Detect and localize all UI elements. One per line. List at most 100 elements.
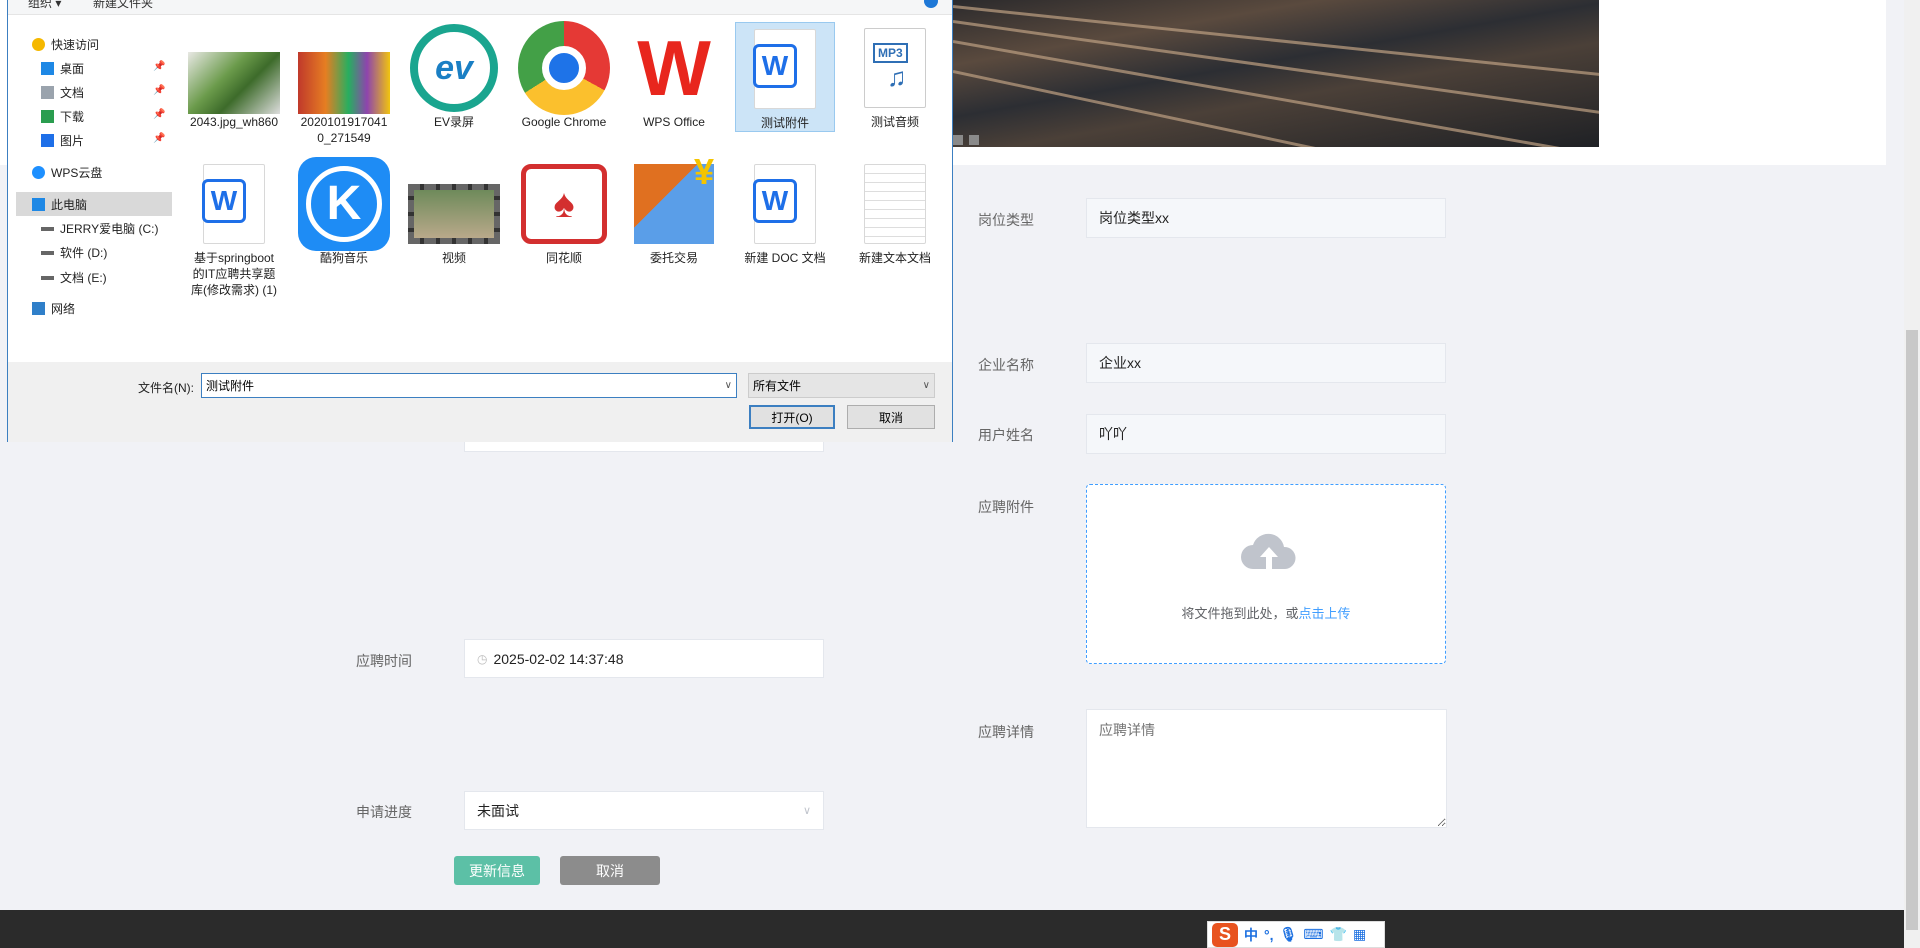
nav-item[interactable]: 下载 [41, 108, 84, 125]
scrollbar-thumb[interactable] [1906, 330, 1918, 930]
ev-recorder-icon: ev [408, 22, 500, 114]
file-type-select[interactable]: 所有文件 ∨ [748, 373, 935, 398]
file-name: 20201019170410_271549 [300, 115, 388, 145]
banner-image [953, 0, 1599, 147]
skin-icon[interactable]: 👕 [1330, 926, 1347, 943]
file-open-dialog: 组织 ▾ 新建文件夹 快速访问桌面 📌 文档 📌 下载 📌 图片 📌 WPS云盘此电脑 JERRY… [7, 0, 953, 442]
file-item[interactable]: 2043.jpg_wh860 [184, 22, 284, 130]
pin-icon[interactable]: 📌 [153, 85, 165, 96]
pin-icon[interactable]: 📌 [153, 109, 165, 120]
file-name: EV录屏 [433, 115, 474, 129]
microphone-icon[interactable]: 🎙 [1280, 926, 1298, 943]
nav-item[interactable]: 桌面 [41, 60, 84, 77]
file-item[interactable]: Google Chrome [514, 21, 614, 130]
nav-label: 此电脑 [51, 198, 88, 212]
job-type-label: 岗位类型 [978, 212, 1034, 228]
nav-item[interactable]: 软件 (D:) [41, 244, 107, 261]
computer-icon [32, 198, 45, 211]
nav-label: 文档 (E:) [60, 271, 107, 285]
nav-item[interactable]: 文档 (E:) [41, 269, 107, 286]
file-name: 酷狗音乐 [319, 251, 368, 265]
chevron-down-icon[interactable]: ∨ [725, 380, 732, 391]
upload-cloud-icon [1241, 533, 1296, 569]
file-item[interactable]: MP3 ♫ 测试音频 [845, 22, 945, 130]
open-button[interactable]: 打开(O) [749, 405, 835, 429]
dialog-cancel-button[interactable]: 取消 [847, 405, 935, 429]
username-label: 用户姓名 [978, 427, 1034, 443]
nav-item[interactable]: 快速访问 [32, 36, 99, 53]
file-item[interactable]: K 酷狗音乐 [294, 157, 394, 266]
update-button[interactable]: 更新信息 [454, 856, 540, 885]
file-name: 基于springboot的IT应聘共享题库(修改需求) (1) [191, 251, 277, 297]
progress-select[interactable]: 未面试 ∨ [464, 791, 824, 830]
dialog-bottom-bar: 文件名(N): 测试附件 ∨ 所有文件 ∨ 打开(O) 取消 [8, 362, 952, 442]
toolbox-icon[interactable]: ▦ [1353, 926, 1366, 943]
file-name: 2043.jpg_wh860 [189, 115, 279, 129]
apply-time-label: 应聘时间 [356, 653, 412, 669]
new-folder-button[interactable]: 新建文件夹 [93, 0, 153, 11]
sogou-logo-icon: S [1212, 922, 1238, 947]
job-type-input[interactable]: 岗位类型xx [1086, 198, 1446, 238]
ime-punct[interactable]: °, [1264, 927, 1274, 943]
drive-icon [41, 275, 54, 280]
apply-time-picker[interactable]: ◷ 2025-02-02 14:37:48 [464, 639, 824, 678]
file-item[interactable]: W 基于springboot的IT应聘共享题库(修改需求) (1) [184, 158, 284, 298]
nav-item[interactable]: 网络 [32, 300, 75, 317]
nav-item[interactable]: 此电脑 [32, 196, 87, 213]
document-icon [41, 86, 54, 99]
nav-label: 软件 (D:) [60, 246, 108, 260]
help-icon[interactable] [924, 0, 938, 8]
details-textarea[interactable] [1086, 709, 1447, 828]
file-name: 测试附件 [760, 116, 809, 130]
file-item[interactable]: 20201019170410_271549 [294, 22, 394, 146]
apply-time-value: 2025-02-02 14:37:48 [493, 650, 624, 667]
file-name: 新建文本文档 [858, 251, 931, 265]
file-name: 测试音频 [870, 115, 919, 129]
network-icon [32, 302, 45, 315]
wps-doc-icon: W [739, 23, 831, 115]
keyboard-icon[interactable]: ⌨ [1303, 926, 1323, 943]
ime-toolbar[interactable]: S 中 °, 🎙 ⌨ 👕 ▦ [1207, 921, 1385, 948]
file-item[interactable]: ¥ 委托交易 [624, 154, 724, 266]
nav-item[interactable]: JERRY爱电脑 (C:) [41, 220, 158, 237]
file-item[interactable]: ev EV录屏 [404, 22, 504, 130]
pin-icon[interactable]: 📌 [153, 133, 165, 144]
company-label: 企业名称 [978, 357, 1034, 373]
ime-mode[interactable]: 中 [1244, 925, 1258, 945]
filename-label: 文件名(N): [138, 381, 194, 395]
click-upload-link[interactable]: 点击上传 [1299, 606, 1351, 621]
file-item[interactable]: ♠ 同花顺 [514, 158, 614, 266]
download-icon [41, 110, 54, 123]
file-item[interactable]: W 新建 DOC 文档 [735, 158, 835, 266]
mp3-badge: MP3 [873, 43, 908, 63]
organize-button[interactable]: 组织 ▾ [28, 0, 61, 11]
filename-input[interactable]: 测试附件 ∨ [201, 373, 737, 398]
clock-icon: ◷ [477, 651, 488, 666]
company-input[interactable]: 企业xx [1086, 343, 1446, 383]
file-name: WPS Office [643, 115, 705, 129]
video-icon [408, 158, 500, 250]
image-thumbnail-vegetables [298, 22, 390, 114]
file-item[interactable]: W WPS Office [624, 22, 724, 130]
pin-icon[interactable]: 📌 [153, 61, 165, 72]
file-item[interactable]: 视频 [404, 158, 504, 266]
nav-item[interactable]: 文档 [41, 84, 84, 101]
nav-label: 图片 [60, 134, 85, 148]
username-input[interactable]: 吖吖 [1086, 414, 1446, 454]
nav-item[interactable]: WPS云盘 [32, 164, 102, 181]
nav-item[interactable]: 图片 [41, 132, 84, 149]
upload-hint-text: 将文件拖到此处，或 [1181, 606, 1299, 621]
cancel-button[interactable]: 取消 [560, 856, 660, 885]
wps-doc-icon: W [739, 158, 831, 250]
file-item[interactable]: 新建文本文档 [845, 158, 945, 266]
carousel-dot[interactable] [969, 135, 979, 145]
carousel-dot[interactable] [953, 135, 963, 145]
file-item[interactable]: W 测试附件 [735, 22, 835, 132]
page-footer [0, 910, 1904, 948]
chevron-down-icon: ∨ [802, 805, 811, 817]
tonghuashun-icon: ♠ [518, 158, 610, 250]
carousel-indicators[interactable] [953, 132, 985, 150]
upload-dropzone[interactable]: 将文件拖到此处，或点击上传 [1086, 484, 1446, 664]
nav-label: 下载 [60, 110, 85, 124]
nav-label: JERRY爱电脑 (C:) [60, 222, 159, 236]
